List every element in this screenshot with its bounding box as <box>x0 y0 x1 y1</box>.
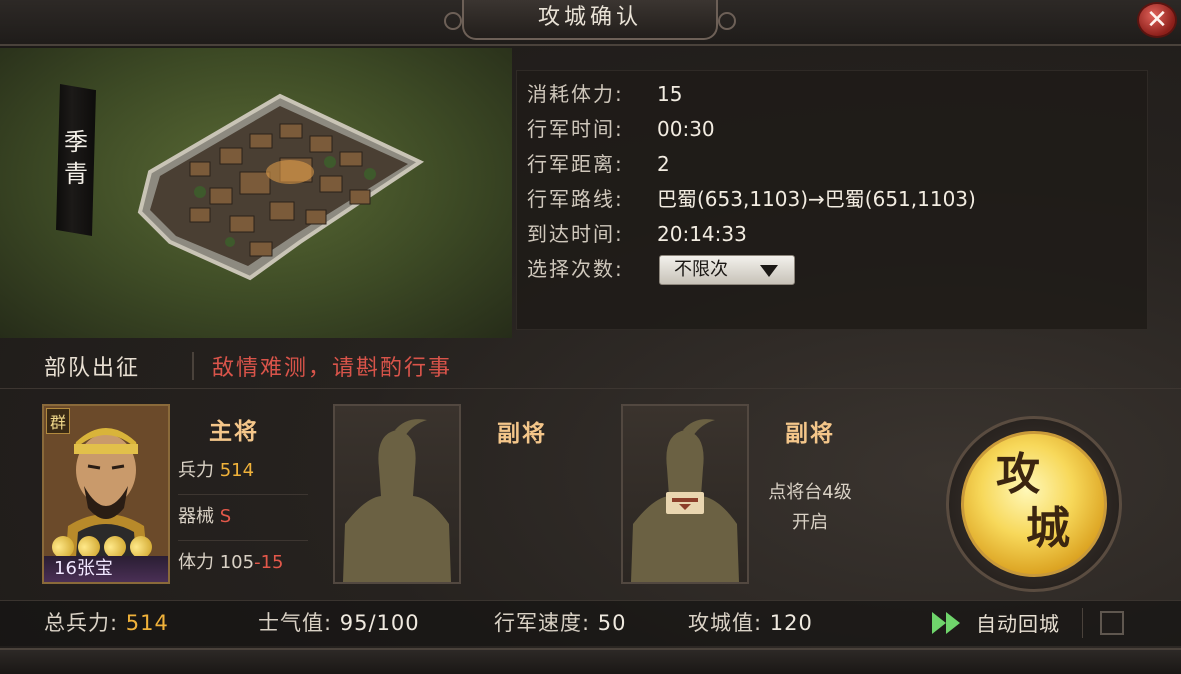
stat-value: 120 <box>769 611 813 635</box>
stat-stamina: 体力 105-15 <box>178 548 308 578</box>
attack-city-button[interactable]: 攻 城 <box>946 416 1122 592</box>
auto-return-toggle[interactable]: 自动回城 <box>930 606 1150 640</box>
divider <box>0 388 1181 389</box>
info-label: 行军路线: <box>527 187 624 211</box>
info-row-distance: 行军距离: 2 <box>527 149 670 179</box>
info-row-stamina: 消耗体力: 15 <box>527 79 682 109</box>
city-map-image <box>137 93 425 281</box>
siege-value: 攻城值: 120 <box>688 608 813 638</box>
troops-section-label: 部队出征 <box>44 356 141 381</box>
general-name: 16张宝 <box>44 556 168 582</box>
stat-label: 总兵力: <box>44 611 119 635</box>
vice-general-slot-1[interactable] <box>333 404 461 584</box>
attack-count-select[interactable]: 不限次 <box>659 255 795 285</box>
info-label: 到达时间: <box>527 222 624 246</box>
stat-label: 攻城值: <box>688 611 763 635</box>
stat-value: S <box>219 506 232 527</box>
info-value: 15 <box>657 82 683 106</box>
info-label: 消耗体力: <box>527 82 624 106</box>
role-title-vice-2: 副将 <box>785 421 835 447</box>
city-name-char-1: 季 <box>64 128 88 156</box>
star-rating <box>47 531 162 563</box>
stat-value: 50 <box>597 611 627 635</box>
unlock-requirement: 点将台4级 开启 <box>740 478 880 538</box>
dialog-title: 攻城确认 <box>444 0 736 40</box>
stat-soldiers: 兵力 514 <box>178 456 308 486</box>
close-button[interactable]: ✕ <box>1137 2 1177 38</box>
attack-button-face: 攻 城 <box>961 431 1107 577</box>
attack-char-2: 城 <box>1026 503 1070 554</box>
info-label: 行军时间: <box>527 117 624 141</box>
info-value: 00:30 <box>657 117 715 141</box>
siege-confirm-dialog: 攻城确认 ✕ 季 青 消耗体力: 15 行军时间: 00:30 行军距离: 2 … <box>0 0 1181 674</box>
stat-label: 行军速度: <box>494 611 591 635</box>
morale: 士气值: 95/100 <box>258 608 420 638</box>
general-silhouette-icon <box>631 419 739 582</box>
stat-label: 兵力 <box>178 460 214 481</box>
main-general-card[interactable]: 群 16张宝 <box>42 404 170 584</box>
divider <box>178 540 308 541</box>
dropdown-arrow-icon <box>760 265 778 277</box>
info-value: 20:14:33 <box>657 222 747 246</box>
unlock-line-2: 开启 <box>792 512 828 533</box>
attack-button-label: 攻 城 <box>996 448 1086 556</box>
warning-text: 敌情难测，请斟酌行事 <box>212 356 453 381</box>
info-row-arrival: 到达时间: 20:14:33 <box>527 219 747 249</box>
chevron-right-icon <box>946 612 960 634</box>
stat-value: 95/100 <box>339 611 420 635</box>
city-name-char-2: 青 <box>64 160 88 188</box>
info-row-count: 选择次数: <box>527 254 657 284</box>
auto-return-checkbox[interactable] <box>1100 611 1124 635</box>
chevron-right-icon <box>932 612 946 634</box>
info-value: 2 <box>657 152 670 176</box>
stamina-cost: -15 <box>254 552 284 573</box>
role-title-vice-1: 副将 <box>497 421 547 447</box>
divider <box>1082 608 1083 638</box>
info-label: 行军距离: <box>527 152 624 176</box>
info-row-march-time: 行军时间: 00:30 <box>527 114 715 144</box>
divider <box>192 352 194 380</box>
march-info-panel: 消耗体力: 15 行军时间: 00:30 行军距离: 2 行军路线: 巴蜀(653,11… <box>516 70 1148 330</box>
divider <box>178 494 308 495</box>
faction-badge: 群 <box>46 408 71 434</box>
auto-return-label: 自动回城 <box>976 612 1060 636</box>
stat-label: 士气值: <box>258 611 333 635</box>
stat-equipment: 器械 S <box>178 502 308 532</box>
attack-char-1: 攻 <box>996 449 1040 500</box>
stat-label: 器械 <box>178 506 214 527</box>
stat-value: 514 <box>219 460 255 481</box>
attack-count-value: 不限次 <box>674 259 728 280</box>
stat-label: 体力 <box>178 552 214 573</box>
total-troops: 总兵力: 514 <box>44 608 169 638</box>
march-speed: 行军速度: 50 <box>494 608 627 638</box>
role-title-main: 主将 <box>209 419 259 445</box>
unlock-line-1: 点将台4级 <box>768 482 852 503</box>
main-general-stats: 主将 兵力 514 器械 S 体力 105-15 <box>172 404 332 584</box>
bottom-frame-edge <box>0 648 1181 674</box>
info-label: 选择次数: <box>527 257 624 281</box>
general-silhouette-icon <box>343 419 451 582</box>
city-name-banner: 季 青 <box>56 84 96 236</box>
info-row-route: 行军路线: 巴蜀(653,1103)→巴蜀(651,1103) <box>527 184 976 214</box>
stat-value: 105 <box>219 552 255 573</box>
stat-value: 514 <box>125 611 169 635</box>
info-value: 巴蜀(653,1103)→巴蜀(651,1103) <box>657 187 976 211</box>
vice-general-slot-2[interactable] <box>621 404 749 584</box>
